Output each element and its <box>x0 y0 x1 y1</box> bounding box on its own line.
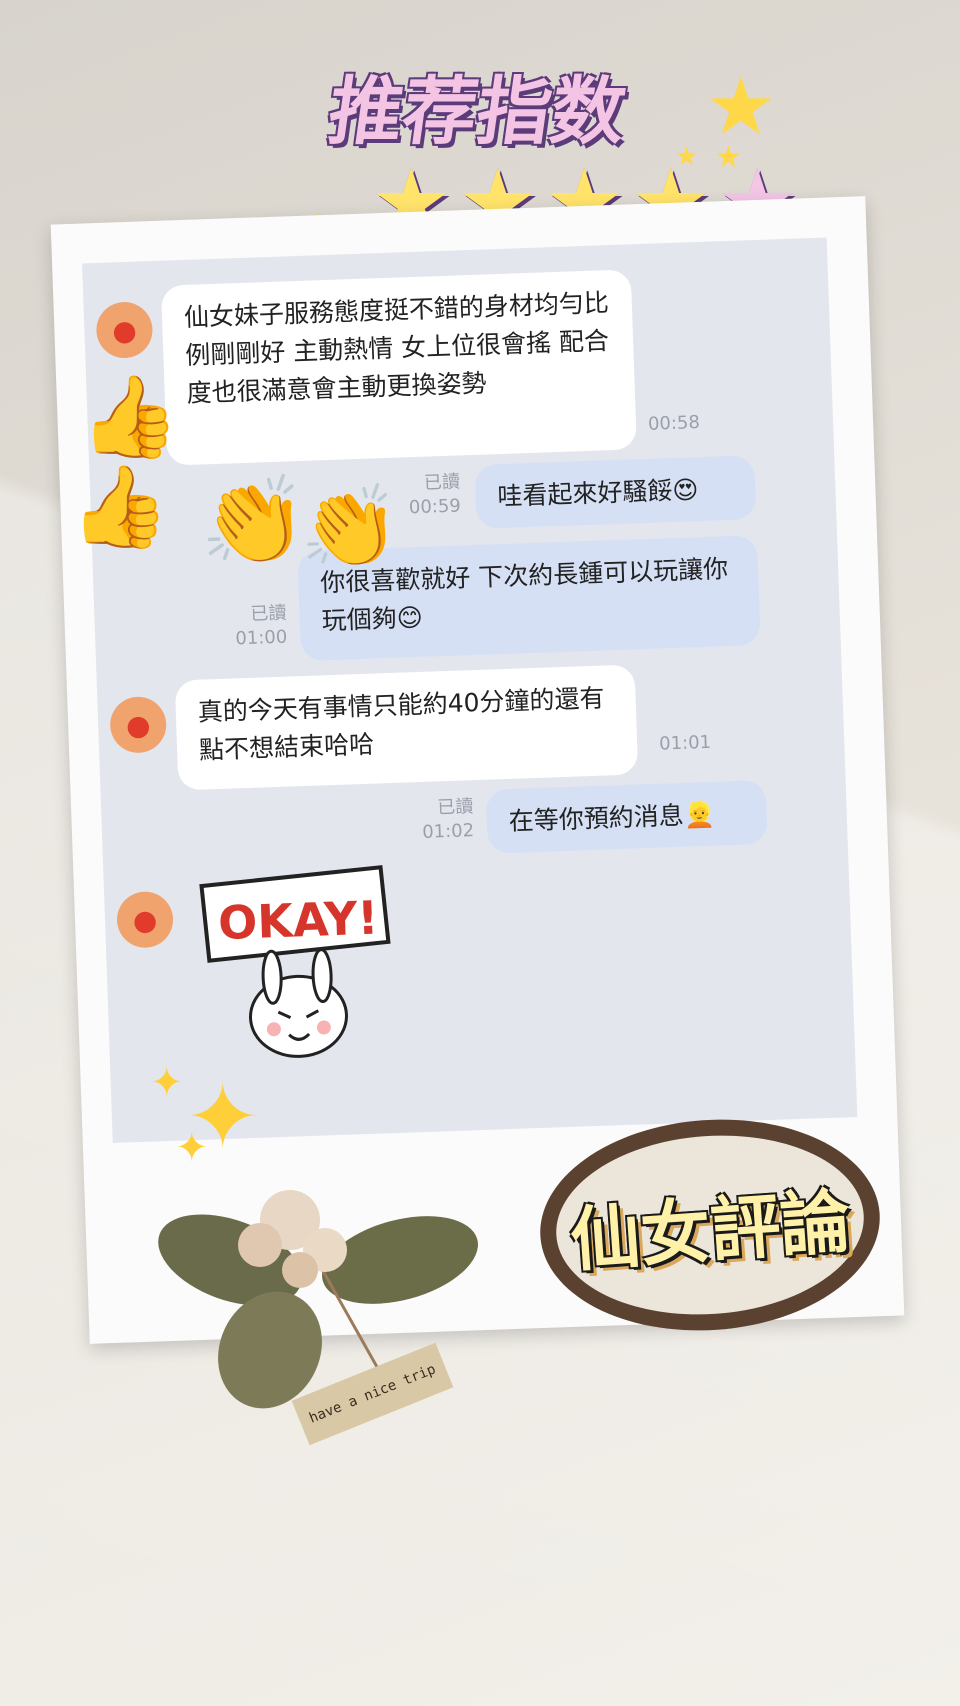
message-bubble: 真的今天有事情只能約40分鐘的還有點不想結束哈哈 <box>174 664 639 791</box>
badge-title: 仙女評論 <box>567 1179 853 1282</box>
sticker-text: OKAY! <box>217 891 379 951</box>
message-bubble: 在等你預約消息👱 <box>485 779 768 854</box>
clapping-hands-icon: 👏 <box>300 480 400 573</box>
chat-screen: ● 仙女妹子服務態度挺不錯的身材均勻比例剛剛好 主動熱情 女上位很會搖 配合度也… <box>82 237 858 1143</box>
apple-icon: ● <box>95 301 154 360</box>
clapping-hands-icon: 👏 <box>200 471 308 571</box>
message-bubble: 仙女妹子服務態度挺不錯的身材均勻比例剛剛好 主動熱情 女上位很會搖 配合度也很滿… <box>160 269 637 466</box>
rating-title: 推荐指数 <box>323 69 632 155</box>
read-receipt: 已讀 01:00 <box>235 602 288 650</box>
message-time: 00:58 <box>647 412 701 435</box>
apple-icon: ● <box>109 695 168 754</box>
thumbs-up-icon: 👍 <box>80 370 180 463</box>
message-bubble: 哇看起來好騷餒😍 <box>474 455 757 529</box>
apple-icon: ● <box>116 890 174 949</box>
read-receipt: 已讀 00:59 <box>408 471 462 519</box>
sparkle-icon: ✦ <box>150 1060 184 1106</box>
sparkle-star-icon: ★ <box>715 140 742 175</box>
thumbs-up-icon: 👍 <box>70 460 170 553</box>
sparkle-star-icon: ★ <box>675 142 699 172</box>
message-time: 01:01 <box>658 731 712 755</box>
read-receipt: 已讀 01:02 <box>421 796 475 843</box>
okay-sticker: OKAY! <box>198 863 405 1070</box>
